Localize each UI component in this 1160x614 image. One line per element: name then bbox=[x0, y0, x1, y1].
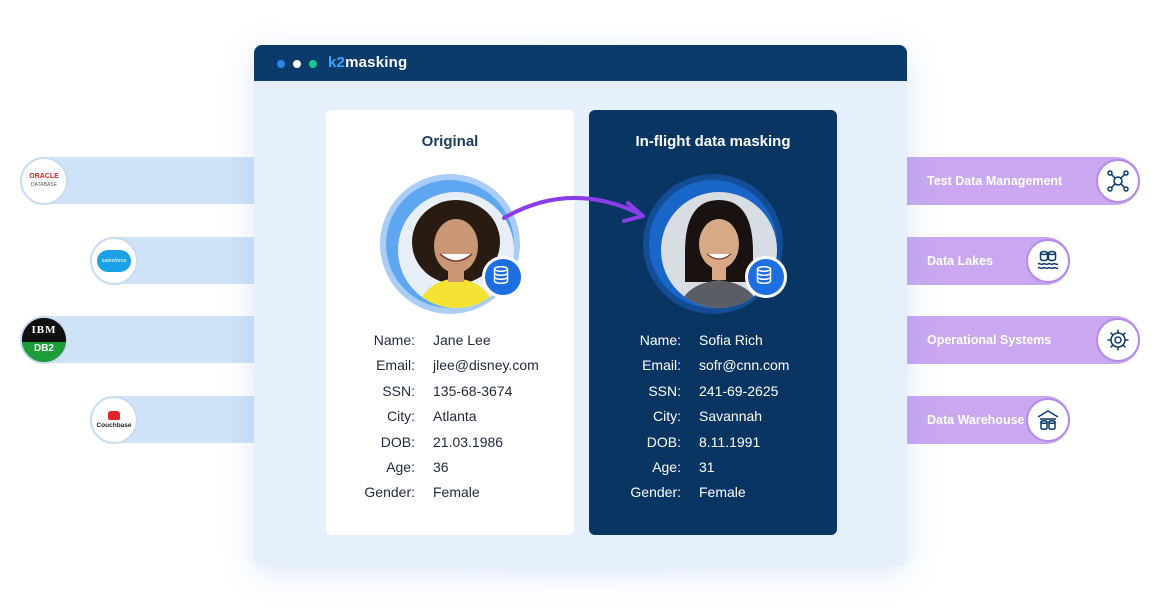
target-data-warehouse: Data Warehouse bbox=[907, 396, 1070, 444]
window-dot-blue bbox=[277, 60, 285, 68]
gear-icon bbox=[1096, 318, 1140, 362]
window-title-bar: k2masking bbox=[254, 45, 907, 81]
oracle-logo-subtext: DATABASE bbox=[31, 182, 57, 188]
window-dot-white bbox=[293, 60, 301, 68]
field-label: DOB: bbox=[380, 434, 415, 450]
salesforce-logo-text: salesforce bbox=[101, 258, 127, 264]
field-value: Savannah bbox=[699, 408, 763, 424]
couchbase-logo: Couchbase bbox=[90, 396, 138, 444]
salesforce-logo: salesforce bbox=[90, 237, 138, 285]
field-value: Female bbox=[699, 484, 746, 500]
target-data-lakes: Data Lakes bbox=[907, 237, 1070, 285]
original-title: Original bbox=[421, 133, 479, 150]
field-label: City: bbox=[387, 408, 415, 424]
database-badge-icon bbox=[745, 256, 787, 298]
target-label: Test Data Management bbox=[927, 174, 1063, 188]
masked-card: In-flight data masking Name: Sofia Rich … bbox=[589, 110, 837, 535]
target-label: Operational Systems bbox=[927, 333, 1052, 347]
brand-prefix: k2 bbox=[328, 54, 346, 71]
source-band-ibm-db2: IBM DB2 bbox=[20, 316, 255, 364]
field-value: Jane Lee bbox=[433, 332, 491, 348]
field-label: Email: bbox=[376, 357, 415, 373]
target-label: Data Lakes bbox=[927, 254, 994, 268]
masked-avatar-ring bbox=[643, 174, 787, 314]
field-value: sofr@cnn.com bbox=[699, 357, 790, 373]
field-label: Gender: bbox=[630, 484, 681, 500]
source-band-salesforce: salesforce bbox=[90, 237, 255, 285]
data-lake-icon bbox=[1026, 239, 1070, 283]
field-label: Gender: bbox=[364, 484, 415, 500]
couchbase-mark-icon bbox=[107, 411, 120, 420]
field-label: SSN: bbox=[382, 383, 415, 399]
field-value: Female bbox=[433, 484, 480, 500]
source-band-couchbase: Couchbase bbox=[90, 396, 255, 444]
oracle-logo: ORACLE DATABASE bbox=[20, 157, 68, 205]
field-label: DOB: bbox=[646, 434, 681, 450]
oracle-logo-text: ORACLE bbox=[29, 173, 59, 180]
field-label: Name: bbox=[373, 332, 415, 348]
field-label: Age: bbox=[652, 459, 681, 475]
field-value: 36 bbox=[433, 459, 449, 475]
db2-logo-text: DB2 bbox=[33, 343, 54, 354]
brand-name: masking bbox=[345, 54, 408, 71]
field-label: Name: bbox=[639, 332, 681, 348]
field-value: jlee@disney.com bbox=[433, 357, 539, 373]
database-badge-icon bbox=[482, 256, 524, 298]
field-value: 241-69-2625 bbox=[699, 383, 779, 399]
ibm-db2-logo: IBM DB2 bbox=[20, 316, 68, 364]
original-card: Original Name: Jane Lee Email: jlee@disn… bbox=[326, 110, 574, 535]
window-dot-green bbox=[309, 60, 317, 68]
couchbase-logo-text: Couchbase bbox=[96, 422, 132, 429]
field-label: SSN: bbox=[648, 383, 681, 399]
source-band-oracle: ORACLE DATABASE bbox=[20, 157, 255, 205]
field-label: Email: bbox=[642, 357, 681, 373]
field-value: 135-68-3674 bbox=[433, 383, 513, 399]
field-value: Atlanta bbox=[433, 408, 477, 424]
target-test-data-management: Test Data Management bbox=[907, 157, 1140, 205]
network-icon bbox=[1096, 159, 1140, 203]
ibm-logo-text: IBM bbox=[31, 324, 57, 336]
field-value: 21.03.1986 bbox=[433, 434, 504, 450]
target-operational-systems: Operational Systems bbox=[907, 316, 1140, 364]
warehouse-icon bbox=[1026, 398, 1070, 442]
field-value: 31 bbox=[699, 459, 715, 475]
salesforce-cloud-icon: salesforce bbox=[97, 250, 131, 272]
field-label: Age: bbox=[386, 459, 415, 475]
k2-masking-logo: k2masking bbox=[328, 54, 407, 72]
field-value: 8.11.1991 bbox=[699, 434, 761, 450]
masking-transform-arrow-icon bbox=[502, 195, 645, 223]
original-avatar-ring bbox=[380, 174, 524, 314]
masked-title: In-flight data masking bbox=[635, 133, 791, 150]
masking-window: k2masking Original Name: Jane Lee Email:… bbox=[254, 45, 907, 566]
field-value: Sofia Rich bbox=[699, 332, 763, 348]
target-label: Data Warehouse bbox=[927, 413, 1025, 427]
field-label: City: bbox=[653, 408, 681, 424]
